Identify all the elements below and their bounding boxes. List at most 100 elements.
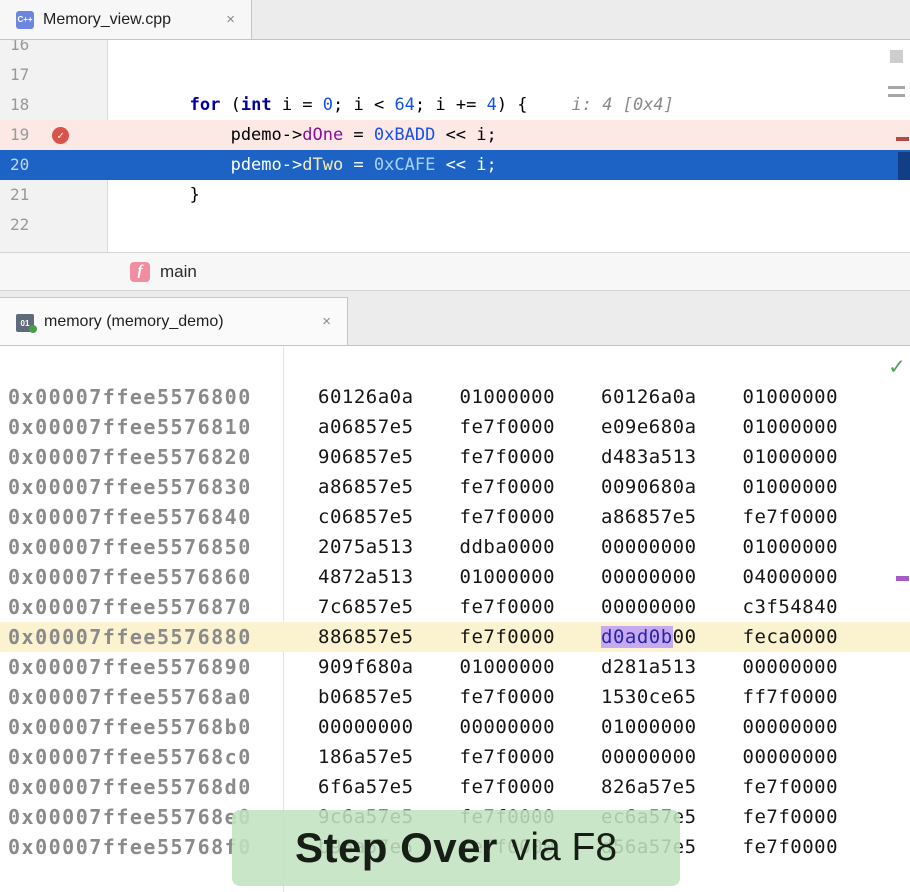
selected-bytes[interactable]: d0ad0b — [601, 626, 673, 648]
memory-cell[interactable]: 00000000 — [460, 716, 556, 738]
memory-values: b06857e5 fe7f0000 1530ce65 ff7f0000 — [276, 686, 838, 708]
code-text[interactable] — [108, 40, 910, 60]
memory-cell[interactable]: e09e680a — [601, 416, 697, 438]
memory-address: 0x00007ffee55768d0 — [0, 775, 276, 799]
memory-cell[interactable]: fe7f0000 — [743, 836, 839, 858]
code-text[interactable]: for (int i = 0; i < 64; i += 4) {i: 4 [0… — [108, 90, 910, 120]
memory-cell[interactable]: c06857e5 — [318, 506, 414, 528]
code-line-18[interactable]: 18 for (int i = 0; i < 64; i += 4) {i: 4… — [0, 90, 910, 120]
memory-address: 0x00007ffee5576860 — [0, 565, 276, 589]
breakpoint-icon[interactable]: ✓ — [52, 127, 69, 144]
line-number[interactable]: 21 — [0, 180, 108, 210]
memory-cell[interactable]: fe7f0000 — [460, 686, 556, 708]
memory-cell[interactable]: 0090680a — [601, 476, 697, 498]
memory-cell[interactable]: fe7f0000 — [460, 476, 556, 498]
memory-cell[interactable]: 01000000 — [460, 566, 556, 588]
scrollbar-thumb[interactable] — [890, 50, 903, 63]
code-line-17[interactable]: 17 — [0, 60, 910, 90]
line-number[interactable]: 22 — [0, 210, 108, 240]
line-number[interactable]: 17 — [0, 60, 108, 90]
memory-cell[interactable]: d0ad0b00 — [601, 626, 697, 648]
memory-cell[interactable]: 04000000 — [743, 566, 839, 588]
memory-cell[interactable]: 60126a0a — [601, 386, 697, 408]
code-line-16[interactable]: 16 — [0, 40, 910, 60]
memory-cell[interactable]: fe7f0000 — [460, 746, 556, 768]
memory-cell[interactable]: 01000000 — [743, 476, 839, 498]
memory-cell[interactable]: fe7f0000 — [743, 806, 839, 828]
clion-window: C++ Memory_view.cpp × 161718 for (int i … — [0, 0, 910, 892]
memory-cell[interactable]: c3f54840 — [743, 596, 839, 618]
line-number[interactable]: 16 — [0, 40, 108, 60]
line-number[interactable]: 19✓ — [0, 120, 108, 150]
memory-cell[interactable]: 4872a513 — [318, 566, 414, 588]
memory-cell[interactable]: 60126a0a — [318, 386, 414, 408]
memory-cell[interactable]: 01000000 — [601, 716, 697, 738]
memory-cell[interactable]: d483a513 — [601, 446, 697, 468]
close-tab-icon[interactable]: × — [308, 313, 331, 330]
memory-cell[interactable]: 00000000 — [318, 716, 414, 738]
memory-cell[interactable]: 01000000 — [460, 386, 556, 408]
code-text[interactable]: pdemo->dTwo = 0xCAFE << i; — [108, 150, 910, 180]
memory-cell[interactable]: fe7f0000 — [460, 776, 556, 798]
code-line-22[interactable]: 22 — [0, 210, 910, 240]
memory-cell[interactable]: 186a57e5 — [318, 746, 414, 768]
memory-cell[interactable]: fe7f0000 — [743, 776, 839, 798]
memory-cell[interactable]: fe7f0000 — [460, 506, 556, 528]
memory-cell[interactable]: 909f680a — [318, 656, 414, 678]
code-text[interactable]: } — [108, 180, 910, 210]
memory-cell[interactable]: 6f6a57e5 — [318, 776, 414, 798]
memory-cell[interactable]: a86857e5 — [601, 506, 697, 528]
code-line-20[interactable]: 20 pdemo->dTwo = 0xCAFE << i; — [0, 150, 910, 180]
memory-cell[interactable]: fe7f0000 — [743, 506, 839, 528]
memory-address: 0x00007ffee5576830 — [0, 475, 276, 499]
tab-memory-view[interactable]: 01 memory (memory_demo) × — [0, 297, 348, 345]
code-text[interactable]: pdemo->dOne = 0xBADD << i; — [108, 120, 910, 150]
memory-cell[interactable]: fe7f0000 — [460, 596, 556, 618]
stripe-mark-purple[interactable] — [896, 576, 909, 581]
line-number[interactable]: 18 — [0, 90, 108, 120]
memory-cell[interactable]: 826a57e5 — [601, 776, 697, 798]
code-editor[interactable]: 161718 for (int i = 0; i < 64; i += 4) {… — [0, 40, 910, 253]
memory-cell[interactable]: a06857e5 — [318, 416, 414, 438]
memory-cell[interactable]: 00000000 — [743, 656, 839, 678]
breakpoint-stripe-mark[interactable] — [896, 137, 909, 141]
memory-cell[interactable]: 01000000 — [743, 446, 839, 468]
frame-function-name[interactable]: main — [160, 262, 197, 282]
memory-cell[interactable]: 00000000 — [601, 746, 697, 768]
close-tab-icon[interactable]: × — [212, 11, 235, 28]
memory-cell[interactable]: 886857e5 — [318, 626, 414, 648]
code-line-19[interactable]: 19✓ pdemo->dOne = 0xBADD << i; — [0, 120, 910, 150]
memory-cell[interactable]: 00000000 — [601, 596, 697, 618]
code-line-21[interactable]: 21 } — [0, 180, 910, 210]
memory-cell[interactable]: b06857e5 — [318, 686, 414, 708]
memory-cell[interactable]: 00000000 — [601, 566, 697, 588]
tab-memory-view-cpp[interactable]: C++ Memory_view.cpp × — [0, 0, 252, 39]
memory-cell[interactable]: 01000000 — [743, 536, 839, 558]
change-marker-icon[interactable] — [888, 94, 905, 97]
memory-cell[interactable]: 00000000 — [601, 536, 697, 558]
memory-cell[interactable]: 2075a513 — [318, 536, 414, 558]
memory-cell[interactable]: 01000000 — [743, 416, 839, 438]
memory-cell[interactable]: d281a513 — [601, 656, 697, 678]
memory-cell[interactable]: ddba0000 — [460, 536, 556, 558]
memory-cell[interactable]: 7c6857e5 — [318, 596, 414, 618]
memory-row: 0x00007ffee55768707c6857e5fe7f0000000000… — [0, 592, 910, 622]
memory-cell[interactable]: fe7f0000 — [460, 416, 556, 438]
change-marker-icon[interactable] — [888, 86, 905, 89]
code-text[interactable] — [108, 60, 910, 90]
memory-cell[interactable]: 00000000 — [743, 716, 839, 738]
line-number[interactable]: 20 — [0, 150, 108, 180]
memory-cell[interactable]: 00000000 — [743, 746, 839, 768]
code-text[interactable] — [108, 210, 910, 240]
memory-cell[interactable]: 01000000 — [460, 656, 556, 678]
memory-cell[interactable]: 906857e5 — [318, 446, 414, 468]
keystroke-osd: Step Over via F8 — [232, 810, 680, 886]
memory-cell[interactable]: ff7f0000 — [743, 686, 839, 708]
memory-cell[interactable]: 01000000 — [743, 386, 839, 408]
memory-cell[interactable]: fe7f0000 — [460, 446, 556, 468]
memory-cell[interactable]: 1530ce65 — [601, 686, 697, 708]
memory-cell[interactable]: a86857e5 — [318, 476, 414, 498]
memory-cell[interactable]: fe7f0000 — [460, 626, 556, 648]
execution-stripe-mark[interactable] — [898, 152, 910, 180]
memory-cell[interactable]: feca0000 — [743, 626, 839, 648]
